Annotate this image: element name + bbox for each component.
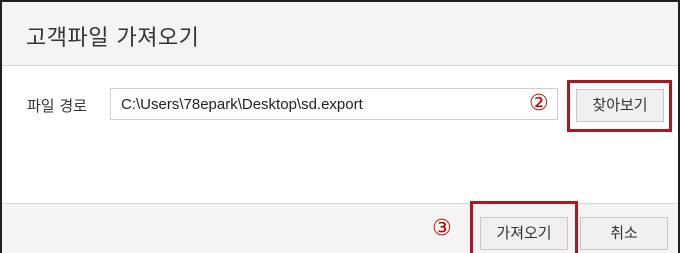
import-customer-file-dialog: 고객파일 가져오기 파일 경로 ② 찾아보기 ③ 가져오기 취소 — [0, 0, 680, 253]
file-path-label: 파일 경로 — [27, 97, 87, 115]
file-path-input[interactable] — [110, 88, 558, 120]
cancel-button[interactable]: 취소 — [580, 217, 668, 250]
browse-button[interactable]: 찾아보기 — [576, 89, 664, 122]
dialog-footer: ③ 가져오기 취소 — [2, 201, 678, 253]
step-2-marker: ② — [529, 91, 549, 116]
dialog-body: 파일 경로 ② 찾아보기 — [2, 67, 678, 203]
dialog-title: 고객파일 가져오기 — [26, 26, 200, 51]
step-3-marker: ③ — [432, 216, 452, 241]
dialog-header: 고객파일 가져오기 — [2, 2, 678, 66]
import-button[interactable]: 가져오기 — [480, 217, 568, 250]
